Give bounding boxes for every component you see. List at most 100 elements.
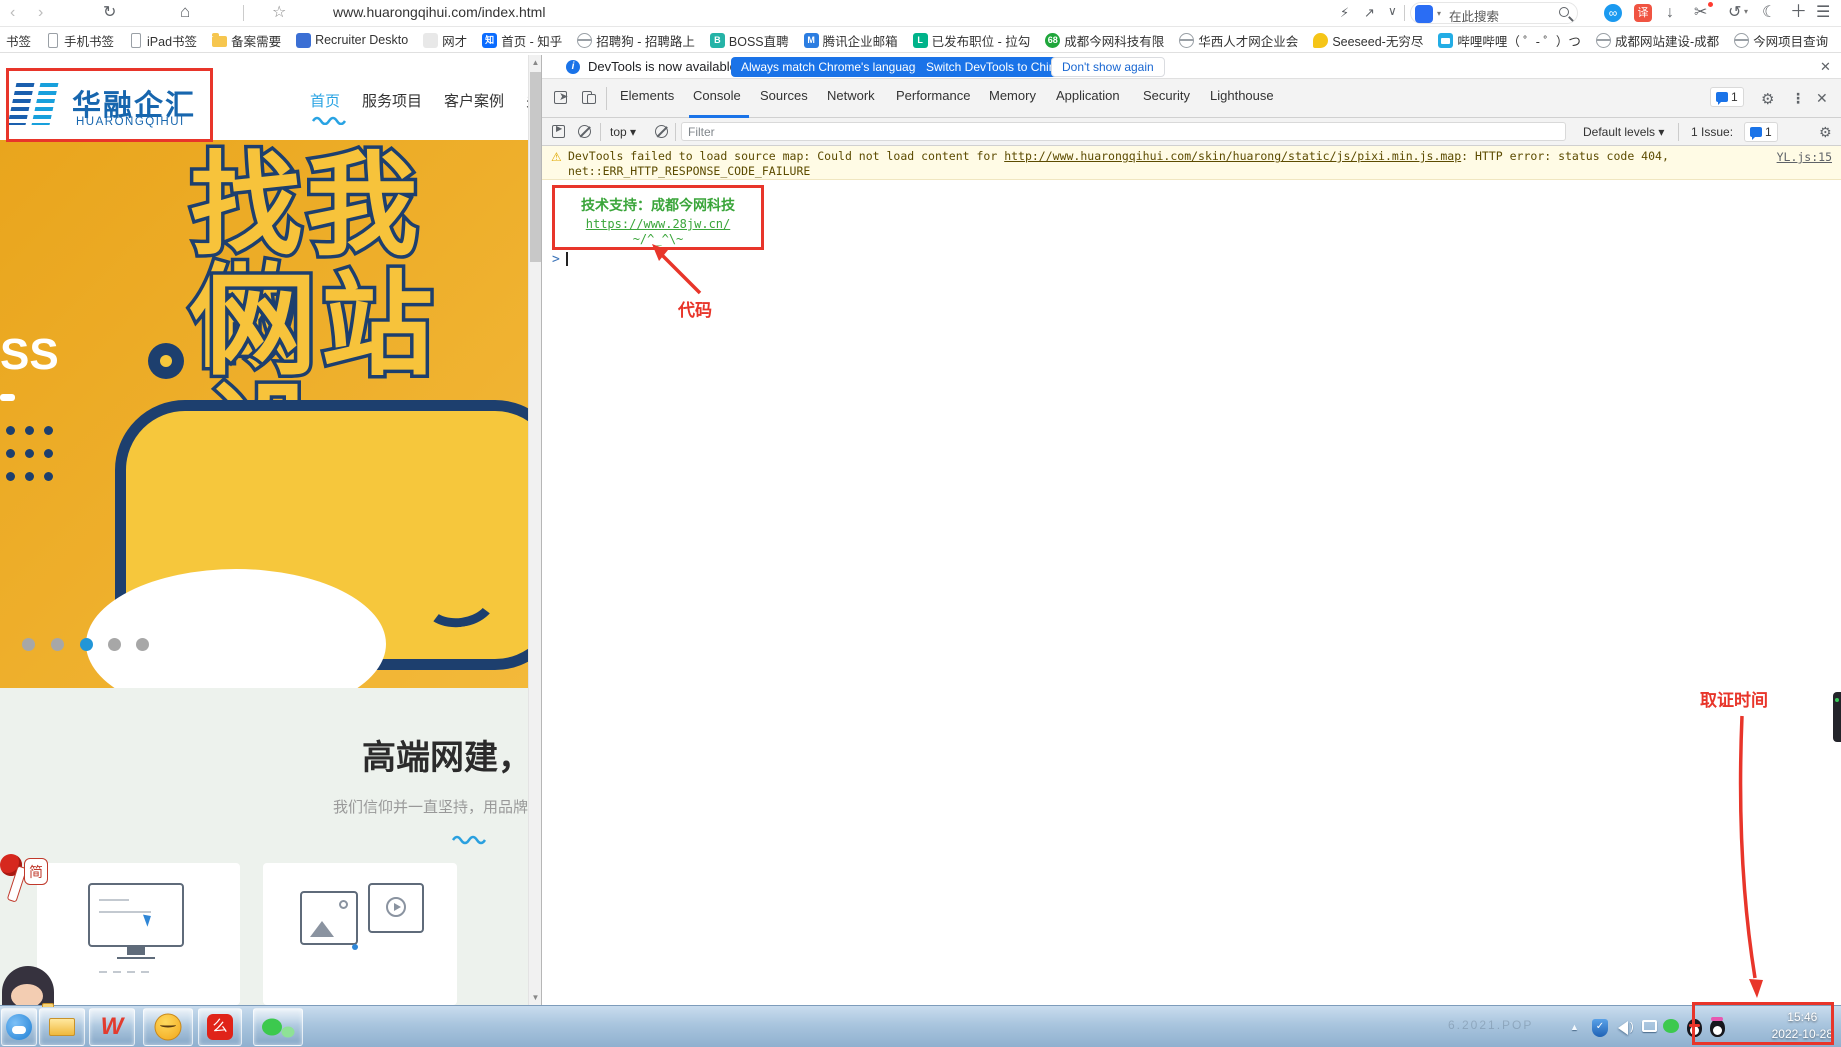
baidu-paw-icon[interactable] bbox=[1415, 5, 1433, 23]
taskbar-wechat-button[interactable] bbox=[253, 1008, 303, 1046]
match-language-button[interactable]: Always match Chrome's language bbox=[731, 57, 932, 77]
tab-performance[interactable]: Performance bbox=[896, 88, 970, 103]
forward-icon[interactable]: › bbox=[38, 2, 43, 24]
bookmark-item[interactable]: 手机书签 bbox=[46, 31, 114, 50]
taskbar-redapp-button[interactable]: 么 bbox=[198, 1008, 242, 1046]
menu-icon[interactable]: ☰ bbox=[1816, 2, 1830, 24]
flash-icon[interactable]: ⚡ bbox=[1340, 2, 1349, 24]
address-bar[interactable]: www.huarongqihui.com/index.html bbox=[333, 4, 545, 20]
banner-illustration bbox=[115, 400, 528, 670]
bookmark-item[interactable]: 华西人才网企业会 bbox=[1179, 31, 1298, 50]
tab-security[interactable]: Security bbox=[1143, 88, 1190, 103]
tray-expand-icon[interactable]: ▲ bbox=[1570, 1022, 1579, 1032]
bookmark-star-icon[interactable]: ☆ bbox=[272, 2, 286, 24]
bookmark-item[interactable]: 书签 bbox=[6, 31, 31, 50]
bookmark-item[interactable]: 网才 bbox=[423, 31, 467, 50]
carousel-dot[interactable] bbox=[136, 638, 149, 651]
translate-badge-icon[interactable]: 译 bbox=[1634, 4, 1652, 22]
console-prompt-chevron: > bbox=[552, 252, 560, 267]
taskbar-explorer-button[interactable] bbox=[39, 1008, 85, 1046]
tray-speaker-icon[interactable] bbox=[1618, 1021, 1628, 1035]
console-sidebar-play-icon: ▶ bbox=[556, 124, 562, 133]
taskbar-wangwang-button[interactable] bbox=[143, 1008, 193, 1046]
search-icon[interactable] bbox=[1559, 7, 1569, 17]
carousel-dot-active[interactable] bbox=[80, 638, 93, 651]
bilibili-icon bbox=[1438, 33, 1453, 48]
tray-network-icon[interactable] bbox=[1642, 1020, 1657, 1032]
site-scrollbar[interactable]: ▲ ▼ bbox=[528, 55, 541, 1005]
bookmark-item[interactable]: 哔哩哔哩（ ゜- ゜）つ bbox=[1438, 31, 1581, 50]
chevron-down-icon[interactable]: ∨ bbox=[1388, 0, 1397, 22]
bookmark-item[interactable]: Recruiter Deskto bbox=[296, 33, 408, 48]
close-notification-icon[interactable]: ✕ bbox=[1820, 59, 1831, 75]
log-levels-dropdown[interactable]: Default levels ▾ bbox=[1583, 125, 1664, 139]
issues-label[interactable]: 1 Issue: bbox=[1691, 125, 1733, 139]
warning-source-link[interactable]: YL.js:15 bbox=[1777, 150, 1832, 164]
undo-icon[interactable]: ↺ bbox=[1728, 2, 1741, 24]
bookmark-item[interactable]: 招聘狗 - 招聘路上 bbox=[577, 31, 695, 50]
bookmark-item[interactable]: 知首页 - 知乎 bbox=[482, 31, 562, 50]
service-card[interactable] bbox=[263, 863, 457, 1005]
reload-icon[interactable]: ↻ bbox=[103, 2, 116, 24]
nav-item-home[interactable]: 首页 bbox=[310, 90, 340, 111]
carousel-dot[interactable] bbox=[108, 638, 121, 651]
download-icon[interactable]: ↓ bbox=[1666, 2, 1674, 24]
section-subheading: 我们信仰并一直坚持，用品牌思维 bbox=[333, 796, 528, 817]
nav-item-services[interactable]: 服务项目 bbox=[362, 90, 422, 111]
console-cursor[interactable] bbox=[566, 252, 568, 266]
bookmark-item[interactable]: 今网项目查询 bbox=[1734, 31, 1828, 50]
taskbar-wps-button[interactable]: W bbox=[89, 1008, 135, 1046]
error-badge[interactable]: 1 bbox=[1710, 87, 1744, 107]
mascot-widget[interactable]: 简 bbox=[0, 854, 60, 1005]
bookmark-item[interactable]: iPad书签 bbox=[129, 31, 197, 50]
bookmark-item[interactable]: 成都网站建设-成都 bbox=[1596, 31, 1719, 50]
context-selector[interactable]: top ▾ bbox=[610, 125, 636, 139]
tab-sources[interactable]: Sources bbox=[760, 88, 808, 103]
share-icon[interactable]: ↗ bbox=[1364, 2, 1375, 24]
tab-network[interactable]: Network bbox=[827, 88, 875, 103]
tab-console[interactable]: Console bbox=[693, 88, 741, 103]
tab-lighthouse[interactable]: Lighthouse bbox=[1210, 88, 1274, 103]
live-expression-eye-icon[interactable] bbox=[655, 125, 668, 138]
bookmark-item[interactable]: M腾讯企业邮箱 bbox=[804, 31, 898, 50]
console-filter-input[interactable] bbox=[681, 122, 1566, 141]
service-card[interactable] bbox=[37, 863, 240, 1005]
tray-wechat-icon[interactable] bbox=[1663, 1019, 1679, 1033]
more-options-icon[interactable]: ⋮ bbox=[1791, 90, 1805, 107]
close-devtools-icon[interactable]: ✕ bbox=[1816, 90, 1828, 107]
tray-speaker-wave-icon: ) bbox=[1630, 1021, 1634, 1033]
warning-text: DevTools failed to load source map: Coul… bbox=[568, 149, 1004, 163]
scrollbar-thumb[interactable] bbox=[530, 72, 541, 262]
carousel-dot[interactable] bbox=[22, 638, 35, 651]
bookmarks-bar: 书签 手机书签 iPad书签 备案需要 Recruiter Deskto 网才 … bbox=[0, 28, 1841, 53]
tray-shield-icon[interactable]: ✓ bbox=[1592, 1019, 1608, 1037]
support-message-link[interactable]: https://www.28jw.cn/ bbox=[555, 217, 761, 231]
issues-counter[interactable]: 1 bbox=[1744, 122, 1778, 142]
taskbar-browser-button[interactable] bbox=[1, 1008, 37, 1046]
settings-gear-icon[interactable]: ⚙ bbox=[1761, 90, 1774, 108]
caret-icon: ▾ bbox=[1437, 9, 1441, 18]
tab-memory[interactable]: Memory bbox=[989, 88, 1036, 103]
bookmark-item[interactable]: Seeseed-无穷尽 bbox=[1313, 31, 1423, 50]
search-field[interactable]: ▾ 在此搜索 bbox=[1410, 2, 1578, 24]
tab-elements[interactable]: Elements bbox=[620, 88, 674, 103]
dont-show-again-button[interactable]: Don't show again bbox=[1051, 57, 1165, 77]
bookmark-item[interactable]: 备案需要 bbox=[212, 31, 281, 50]
infinity-badge-icon[interactable]: ∞ bbox=[1604, 4, 1622, 22]
scissors-icon[interactable]: ✂ bbox=[1694, 2, 1707, 24]
clear-console-icon[interactable] bbox=[578, 125, 591, 138]
tab-application[interactable]: Application bbox=[1056, 88, 1120, 103]
nav-item-cases[interactable]: 客户案例 bbox=[444, 90, 504, 111]
console-settings-gear-icon[interactable]: ⚙ bbox=[1819, 124, 1832, 141]
bookmark-item[interactable]: L已发布职位 - 拉勾 bbox=[913, 31, 1031, 50]
carousel-dot[interactable] bbox=[51, 638, 64, 651]
bookmark-item[interactable]: BBOSS直聘 bbox=[710, 31, 789, 50]
night-mode-icon[interactable]: ☾ bbox=[1762, 2, 1776, 24]
home-icon[interactable]: ⌂ bbox=[180, 1, 190, 23]
warning-sourcemap-link[interactable]: http://www.huarongqihui.com/skin/huarong… bbox=[1004, 149, 1461, 163]
new-tab-icon[interactable]: ＋ bbox=[1790, 1, 1807, 23]
devtools-tabbar: ➤ Elements Console Sources Network Perfo… bbox=[542, 79, 1841, 118]
bookmark-item[interactable]: 68成都今网科技有限 bbox=[1045, 31, 1164, 50]
back-icon[interactable]: ‹ bbox=[10, 2, 15, 24]
side-dock-widget[interactable] bbox=[1833, 692, 1841, 742]
